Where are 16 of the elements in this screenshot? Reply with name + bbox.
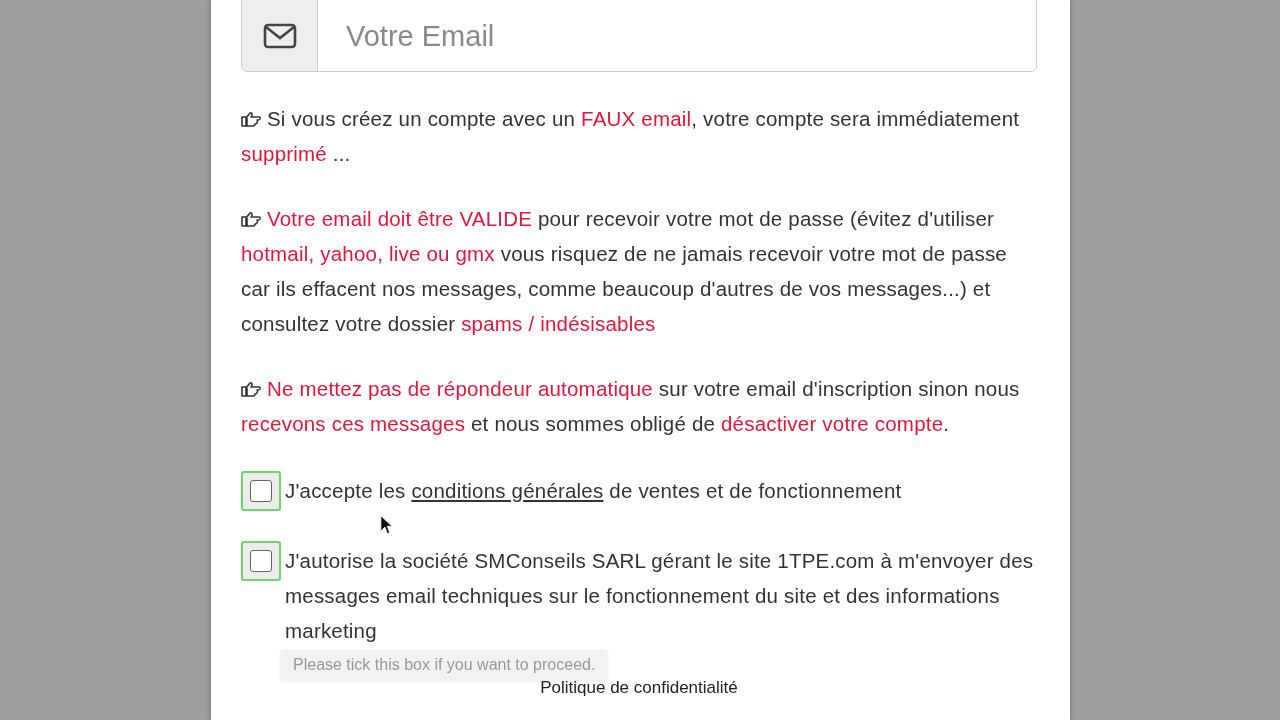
- checkbox[interactable]: [241, 541, 281, 581]
- envelope-icon: [262, 23, 297, 49]
- notice-text: Ne mettez pas de répondeur automatique sur votre email d'inscription sinon nous recevons ces messages et nous sommes obligé de désactiver votre compte.: [241, 376, 1021, 437]
- pointing-hand-icon: [241, 211, 261, 227]
- agreement-text: J'accepte les conditions générales de ventes et de fonctionnement: [285, 478, 903, 504]
- privacy-link[interactable]: Politique de confidentialité: [540, 678, 738, 697]
- agreement-text: J'autorise la société SMConseils SARL gérant le site 1TPE.com à m'envoyer des messages email techniques sur le fonctionnement du site et des informations marketing: [285, 548, 1035, 644]
- pointing-hand-icon: [241, 381, 261, 397]
- notice-text: Si vous créez un compte avec un FAUX email, votre compte sera immédiatement supprimé ...: [241, 106, 1021, 167]
- terms-link[interactable]: conditions générales: [411, 479, 604, 502]
- pointing-hand-icon: [241, 111, 261, 127]
- notice-text: Votre email doit être VALIDE pour recevoir votre mot de passe (évitez d'utiliser hotmail, yahoo, live ou gmx vous risquez de ne jamais recevoir votre mot de passe car ils effacent nos messages, comme beaucoup d'autres de vos messages...) et consultez votre dossier spams / indésisables: [241, 206, 1008, 337]
- mouse-cursor-icon: [380, 515, 393, 536]
- email-field[interactable]: Votre Email: [241, 0, 1037, 72]
- validation-tooltip: Please tick this box if you want to proceed.: [281, 650, 608, 680]
- checkbox[interactable]: [241, 471, 281, 511]
